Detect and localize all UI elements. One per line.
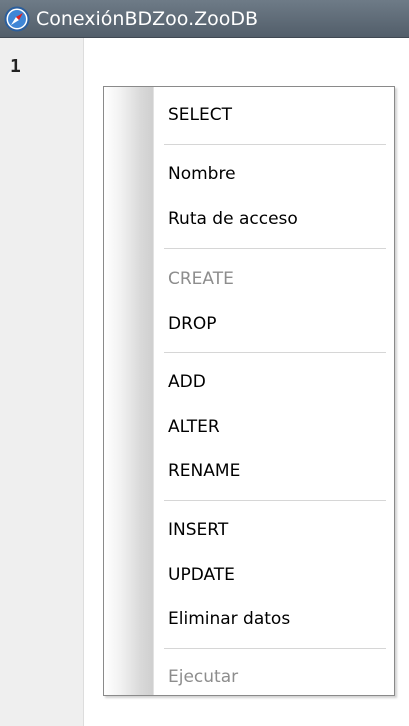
menu-item-insert[interactable]: INSERT [168,518,228,542]
menu-separator [164,648,386,649]
line-number: 1 [10,56,21,77]
menu-item-eliminar-datos[interactable]: Eliminar datos [168,607,290,631]
menu-separator [164,248,386,249]
menu-separator [164,144,386,145]
menu-icon-strip [104,87,154,695]
menu-item-update[interactable]: UPDATE [168,563,235,587]
menu-item-alter[interactable]: ALTER [168,415,220,439]
menu-item-ejecutar: Ejecutar [168,667,239,687]
context-menu: SELECT Nombre Ruta de acceso CREATE DROP… [103,86,395,696]
menu-item-drop[interactable]: DROP [168,312,217,336]
menu-separator [164,352,386,353]
compass-icon [4,6,30,32]
menu-item-add[interactable]: ADD [168,370,206,394]
window-title: ConexiónBDZoo.ZooDB [36,7,259,30]
query-editor-window: ConexiónBDZoo.ZooDB 1 SELECT Nombre Ruta… [0,0,409,726]
line-number-gutter [0,38,84,726]
menu-item-select[interactable]: SELECT [168,103,232,127]
menu-item-ruta-de-acceso[interactable]: Ruta de acceso [168,207,298,231]
menu-item-rename[interactable]: RENAME [168,459,240,483]
menu-item-create: CREATE [168,269,234,289]
title-bar: ConexiónBDZoo.ZooDB [0,0,409,38]
menu-item-nombre[interactable]: Nombre [168,162,236,186]
menu-separator [164,500,386,501]
